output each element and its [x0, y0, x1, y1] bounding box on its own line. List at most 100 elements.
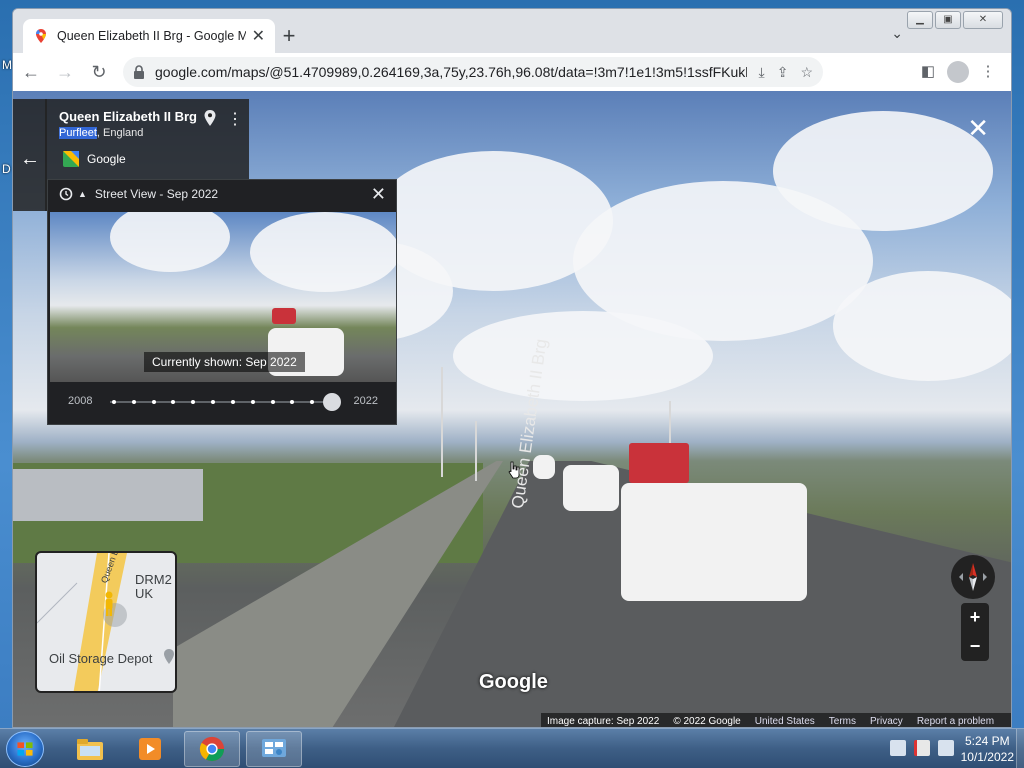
install-app-icon[interactable]: ⤓ — [759, 64, 765, 81]
zoom-out-button[interactable]: − — [961, 632, 989, 661]
currently-shown-label: Currently shown: Sep 2022 — [144, 352, 305, 372]
depot-pin-icon — [164, 649, 174, 664]
timeline-point[interactable] — [151, 400, 156, 404]
volume-icon[interactable] — [938, 740, 954, 756]
minimap[interactable]: Queen Elizab DRM2 UK Oil Storage Depot — [35, 551, 177, 693]
share-icon[interactable]: ⇪ — [777, 64, 789, 81]
timeline-point[interactable] — [230, 400, 235, 404]
terms-link[interactable]: Terms — [829, 716, 856, 727]
address-bar[interactable]: google.com/maps/@51.4709989,0.264169,3a,… — [123, 57, 823, 87]
timeline-start-year: 2008 — [68, 395, 93, 407]
windows-taskbar: 5:24 PM 10/1/2022 — [0, 728, 1024, 768]
show-desktop-button[interactable] — [1016, 729, 1024, 768]
more-options-icon[interactable]: ⋮ — [227, 109, 243, 129]
timeline-point[interactable] — [191, 400, 196, 404]
side-panel-icon[interactable]: ◧ — [913, 57, 943, 87]
close-street-view-icon[interactable]: ✕ — [967, 113, 989, 144]
tab-search-button[interactable]: ⌄ — [891, 25, 903, 42]
tab-close-icon[interactable]: ✕ — [252, 26, 265, 46]
new-tab-button[interactable]: + — [275, 23, 303, 51]
zoom-control: + − — [961, 603, 989, 661]
time-panel-close-icon[interactable]: ✕ — [371, 184, 386, 205]
system-tray — [882, 740, 954, 756]
timeline-point[interactable] — [270, 400, 275, 404]
street-lamp — [475, 421, 477, 481]
clock-date: 10/1/2022 — [960, 750, 1014, 764]
timeline-handle[interactable] — [323, 393, 341, 411]
taskbar-media-player[interactable] — [122, 731, 178, 767]
building-left — [13, 469, 203, 521]
pegman-icon[interactable] — [103, 591, 115, 617]
timeline-slider[interactable]: 2008 2022 — [68, 392, 378, 412]
back-arrow-icon[interactable]: ← — [13, 99, 47, 211]
compass-button[interactable] — [951, 555, 995, 599]
google-maps-icon — [36, 29, 46, 43]
street-lamp — [441, 367, 443, 477]
cloud — [773, 111, 993, 231]
tab-strip: Queen Elizabeth II Brg - Google M ✕ + ⌄ … — [13, 9, 1011, 53]
windows-logo-icon — [17, 742, 33, 756]
country-link[interactable]: United States — [755, 716, 815, 727]
minimize-button[interactable]: ▁ — [907, 11, 933, 29]
reload-button[interactable]: ↻ — [83, 56, 115, 88]
maximize-button[interactable]: ▣ — [935, 11, 961, 29]
timeline-point[interactable] — [171, 400, 176, 404]
tab-title: Queen Elizabeth II Brg - Google M — [57, 29, 246, 43]
zoom-in-button[interactable]: + — [961, 603, 989, 632]
profile-button[interactable] — [943, 57, 973, 87]
timeline-point[interactable] — [211, 400, 216, 404]
browser-toolbar: ← → ↻ google.com/maps/@51.4709989,0.2641… — [13, 53, 1011, 91]
timeline-point[interactable] — [112, 400, 116, 404]
taskbar-chrome[interactable] — [184, 731, 240, 767]
street-view-time-panel: ▲ Street View - Sep 2022 ✕ Currently sho… — [47, 179, 397, 425]
window-controls: ▁ ▣ ✕ — [905, 11, 1003, 29]
place-title[interactable]: Queen Elizabeth II Brg — [59, 109, 197, 124]
tab-google-maps[interactable]: Queen Elizabeth II Brg - Google M ✕ — [23, 19, 275, 53]
avatar — [947, 61, 969, 83]
privacy-link[interactable]: Privacy — [870, 716, 903, 727]
cloud — [110, 212, 230, 272]
bookmark-star-icon[interactable]: ☆ — [800, 64, 813, 81]
window-close-button[interactable]: ✕ — [963, 11, 1003, 29]
attribution-bar: Image capture: Sep 2022 © 2022 Google Un… — [541, 713, 1011, 727]
hand-cursor-icon — [508, 461, 520, 479]
timeline-end-year: 2022 — [353, 395, 378, 407]
desktop-icon-label-m: M — [2, 58, 12, 72]
clock-time: 5:24 PM — [964, 734, 1010, 748]
cloud — [833, 271, 1011, 381]
timeline-point[interactable] — [250, 400, 255, 404]
timeline-point[interactable] — [290, 400, 295, 404]
control-panel-icon — [262, 739, 286, 757]
taskbar-explorer[interactable] — [62, 731, 118, 767]
historical-imagery-thumbnail[interactable]: Currently shown: Sep 2022 — [50, 212, 396, 382]
place-subtitle: Purfleet, England — [59, 127, 143, 139]
van-near — [621, 483, 807, 601]
place-locality[interactable]: Purfleet — [59, 127, 97, 139]
minimap-depot-label: Oil Storage Depot — [49, 651, 153, 666]
street-view-panorama[interactable]: Queen Elizabeth II Brg ✕ ← Queen Elizabe… — [13, 91, 1011, 727]
cloud — [250, 212, 396, 292]
start-button[interactable] — [6, 731, 44, 767]
lock-icon[interactable] — [133, 65, 145, 79]
history-icon — [59, 187, 73, 201]
menu-kebab-icon[interactable]: ⋮ — [973, 57, 1003, 87]
system-clock[interactable]: 5:24 PM 10/1/2022 — [961, 733, 1014, 765]
image-source: Google — [63, 151, 126, 167]
map-pin-icon[interactable] — [203, 109, 217, 127]
taskbar-control-panel[interactable] — [246, 731, 302, 767]
time-panel-header[interactable]: ▲ Street View - Sep 2022 — [58, 186, 218, 202]
network-icon[interactable] — [890, 740, 906, 756]
action-center-flag-icon[interactable] — [914, 740, 930, 756]
google-watermark: Google — [479, 671, 548, 693]
timeline-track[interactable] — [110, 401, 336, 403]
folder-icon — [77, 739, 103, 760]
copyright-text: © 2022 Google — [673, 715, 741, 727]
forward-button[interactable]: → — [49, 56, 81, 88]
timeline-point[interactable] — [131, 400, 136, 404]
collapse-caret-icon: ▲ — [78, 189, 87, 199]
back-button[interactable]: ← — [15, 56, 47, 88]
report-problem-link[interactable]: Report a problem — [917, 716, 994, 727]
red-truck — [629, 443, 689, 483]
url-text[interactable]: google.com/maps/@51.4709989,0.264169,3a,… — [155, 64, 747, 80]
timeline-point[interactable] — [310, 400, 315, 404]
